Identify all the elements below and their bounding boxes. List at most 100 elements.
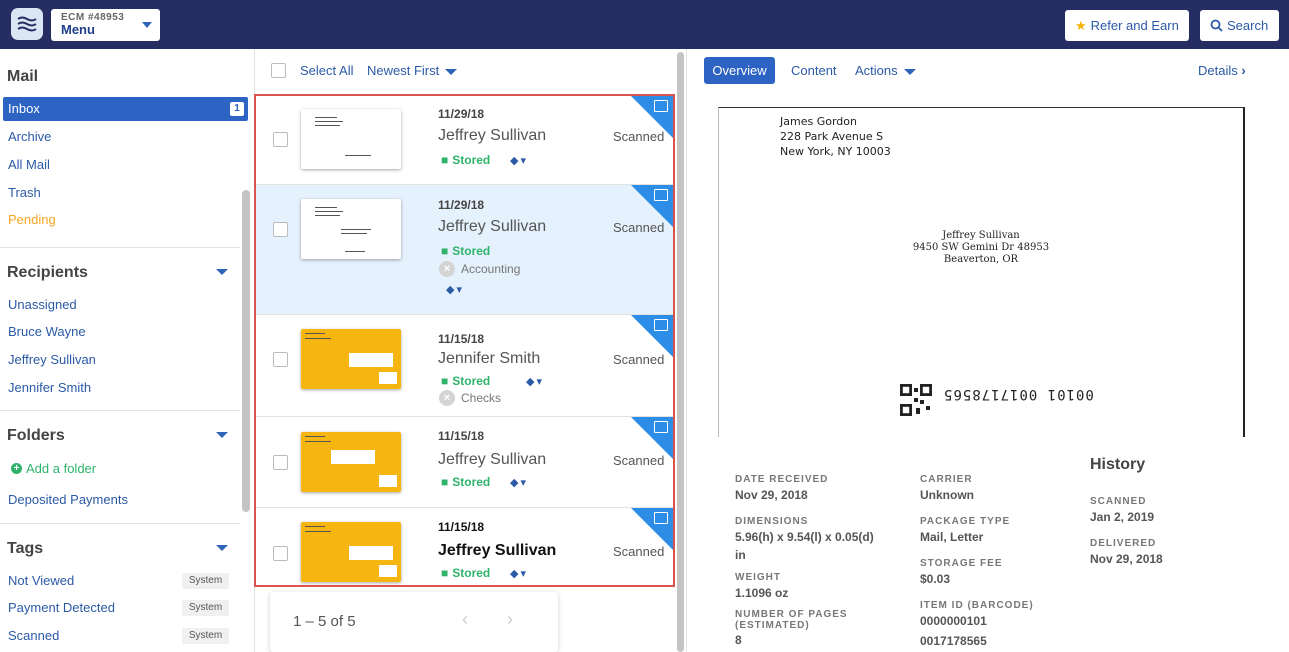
- tag-dropdown[interactable]: ◆ ▾: [510, 154, 526, 167]
- select-all-checkbox[interactable]: [271, 63, 286, 78]
- tag-dropdown[interactable]: ◆ ▾: [526, 375, 542, 388]
- list-toolbar: Select All Newest First: [255, 49, 675, 93]
- recipient-unassigned[interactable]: Unassigned: [8, 297, 77, 312]
- sidebar-item-inbox[interactable]: Inbox 1: [3, 97, 248, 121]
- folder-icon: ■: [441, 475, 449, 489]
- package-type-value: Mail, Letter: [920, 530, 984, 544]
- item-checkbox[interactable]: [273, 222, 288, 237]
- recipient-jeffrey-sullivan[interactable]: Jeffrey Sullivan: [8, 352, 96, 367]
- date-received-value: Nov 29, 2018: [735, 488, 808, 502]
- chevron-left-icon[interactable]: ‹: [462, 609, 468, 630]
- pagination-range: 1 – 5 of 5: [293, 613, 356, 630]
- scanned-label: SCANNED: [1090, 496, 1147, 507]
- sidebar-item-archive[interactable]: Archive: [8, 129, 51, 144]
- scanned-value: Jan 2, 2019: [1090, 510, 1155, 524]
- recipient-jennifer-smith[interactable]: Jennifer Smith: [8, 380, 91, 395]
- archive-icon: [654, 319, 668, 331]
- mail-list-item[interactable]: 11/15/18 Jeffrey Sullivan Scanned ■ Store…: [256, 508, 673, 585]
- menu-dropdown[interactable]: ECM #48953 Menu: [51, 9, 160, 41]
- carrier-value: Unknown: [920, 488, 974, 502]
- weight-label: WEIGHT: [735, 572, 781, 583]
- folder-icon: ■: [441, 566, 449, 580]
- chevron-down-icon: ▾: [520, 155, 526, 167]
- item-folder[interactable]: ■ Stored: [441, 244, 490, 258]
- sidebar-item-trash[interactable]: Trash: [8, 185, 41, 200]
- inbox-count-badge: 1: [230, 102, 244, 116]
- archive-icon: [654, 512, 668, 524]
- remove-tag-icon[interactable]: ×: [439, 261, 455, 277]
- recipients-collapse-icon[interactable]: [216, 269, 228, 275]
- divider: [0, 410, 240, 411]
- item-tag[interactable]: × Checks: [439, 390, 501, 406]
- tag-scanned[interactable]: Scanned: [8, 628, 59, 643]
- top-bar: ECM #48953 Menu ★ Refer and Earn Search: [0, 0, 1289, 49]
- select-all-link[interactable]: Select All: [300, 63, 353, 78]
- mail-thumbnail: [301, 329, 401, 389]
- tag-not-viewed[interactable]: Not Viewed: [8, 573, 74, 588]
- add-folder-button[interactable]: + Add a folder: [11, 461, 96, 476]
- sort-dropdown[interactable]: Newest First: [367, 63, 458, 78]
- mail-list-item[interactable]: 11/29/18 Jeffrey Sullivan Scanned ■ Store…: [256, 96, 673, 185]
- tab-content[interactable]: Content: [791, 63, 837, 78]
- envelope-scan: James Gordon 228 Park Avenue S New York,…: [718, 107, 1245, 437]
- item-checkbox[interactable]: [273, 352, 288, 367]
- tag-payment-detected[interactable]: Payment Detected: [8, 600, 115, 615]
- chevron-down-icon: [903, 68, 916, 75]
- tag-dropdown[interactable]: ◆ ▾: [446, 283, 462, 296]
- app-logo[interactable]: [11, 8, 43, 40]
- sender-address: James Gordon 228 Park Avenue S New York,…: [780, 115, 891, 158]
- item-tag[interactable]: × Accounting: [439, 261, 520, 277]
- storage-fee-value: $0.03: [920, 572, 951, 586]
- item-recipient: Jennifer Smith: [438, 350, 541, 367]
- item-folder[interactable]: ■ Stored: [441, 475, 490, 489]
- storage-fee-label: STORAGE FEE: [920, 558, 1003, 569]
- mail-thumbnail: [301, 199, 401, 259]
- item-folder[interactable]: ■ Stored: [441, 153, 490, 167]
- pagination: 1 – 5 of 5 ‹ ›: [270, 592, 558, 652]
- divider: [0, 523, 240, 524]
- folder-deposited-payments[interactable]: Deposited Payments: [8, 492, 128, 507]
- tag-icon: ◆: [510, 155, 519, 167]
- sidebar-item-pending[interactable]: Pending: [8, 212, 56, 227]
- remove-tag-icon[interactable]: ×: [439, 390, 455, 406]
- mail-list: 11/29/18 Jeffrey Sullivan Scanned ■ Store…: [254, 94, 675, 587]
- chevron-down-icon: ▾: [456, 284, 462, 296]
- mail-thumbnail: [301, 109, 401, 169]
- mail-list-item-selected[interactable]: 11/29/18 Jeffrey Sullivan Scanned ■ Store…: [256, 185, 673, 315]
- item-folder[interactable]: ■ Stored: [441, 566, 490, 580]
- tag-dropdown[interactable]: ◆ ▾: [510, 476, 526, 489]
- chevron-right-icon[interactable]: ›: [507, 609, 513, 630]
- list-scrollbar[interactable]: [677, 52, 684, 652]
- sidebar-scrollbar[interactable]: [242, 190, 250, 512]
- refer-and-earn-button[interactable]: ★ Refer and Earn: [1065, 10, 1189, 41]
- search-button[interactable]: Search: [1200, 10, 1279, 41]
- mail-list-item[interactable]: 11/15/18 Jeffrey Sullivan Scanned ■ Store…: [256, 417, 673, 508]
- delivered-label: DELIVERED: [1090, 538, 1157, 549]
- star-icon: ★: [1075, 17, 1087, 33]
- divider: [0, 247, 240, 248]
- item-checkbox[interactable]: [273, 132, 288, 147]
- item-recipient: Jeffrey Sullivan: [438, 127, 547, 144]
- tab-overview[interactable]: Overview: [704, 57, 775, 84]
- mail-list-item[interactable]: 11/15/18 Jennifer Smith Scanned ■ Stored …: [256, 315, 673, 417]
- chevron-down-icon: [142, 22, 152, 28]
- tag-dropdown[interactable]: ◆ ▾: [510, 567, 526, 580]
- tab-actions[interactable]: Actions: [855, 63, 916, 78]
- recipient-bruce-wayne[interactable]: Bruce Wayne: [8, 324, 86, 339]
- package-type-label: PACKAGE TYPE: [920, 516, 1011, 527]
- details-link[interactable]: Details ›: [1198, 63, 1246, 78]
- item-folder[interactable]: ■ Stored: [441, 374, 490, 388]
- system-badge: System: [182, 628, 229, 644]
- chevron-down-icon: ▾: [520, 568, 526, 580]
- item-checkbox[interactable]: [273, 546, 288, 561]
- system-badge: System: [182, 573, 229, 589]
- folders-section-title: Folders: [7, 427, 65, 444]
- recipients-section-title: Recipients: [7, 264, 88, 281]
- sidebar-item-all-mail[interactable]: All Mail: [8, 157, 50, 172]
- tags-collapse-icon[interactable]: [216, 545, 228, 551]
- folders-collapse-icon[interactable]: [216, 432, 228, 438]
- recipient-address: Jeffrey Sullivan 9450 SW Gemini Dr 48953…: [912, 230, 1050, 265]
- item-checkbox[interactable]: [273, 455, 288, 470]
- mail-thumbnail: [301, 432, 401, 492]
- tag-icon: ◆: [446, 284, 455, 296]
